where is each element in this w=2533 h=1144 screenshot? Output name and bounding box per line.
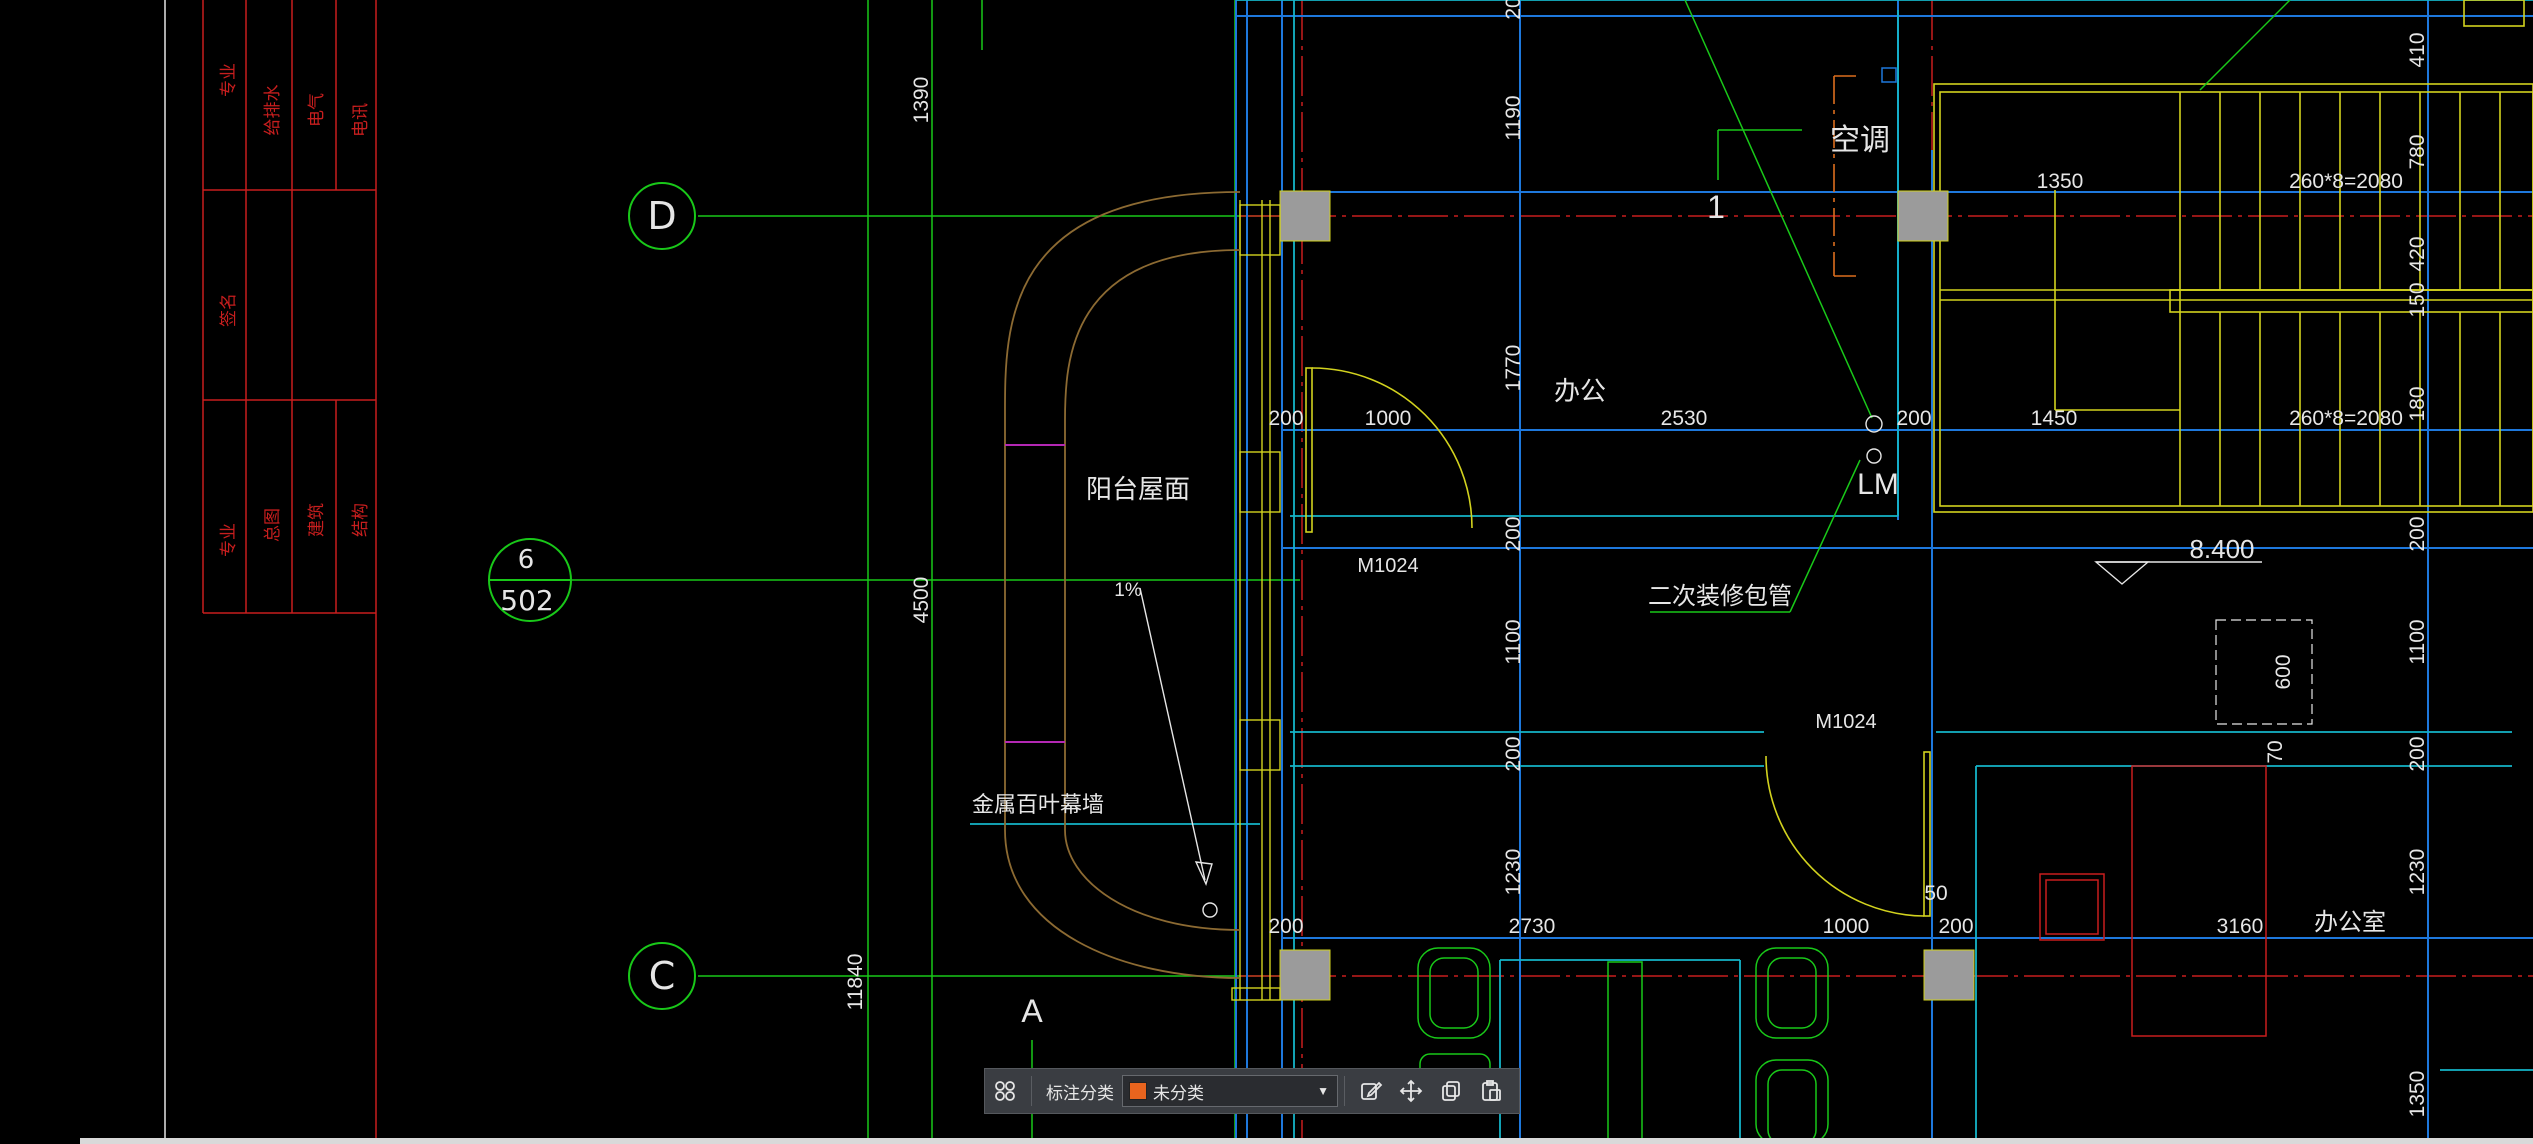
label-num-1: 1 [1707, 189, 1725, 225]
label-slope: 1% [1114, 580, 1142, 601]
chevron-down-icon: ▼ [1317, 1084, 1329, 1098]
dim-h1350: 1350 [2037, 170, 2084, 193]
dim-stairs-1: 260*8=2080 [2289, 170, 2403, 193]
title-cell-qianming: 签名 [219, 293, 238, 327]
dim-r180: 180 [2406, 386, 2429, 421]
dim-1190: 1190 [1502, 95, 1525, 140]
title-cell-jiegou: 结构 [351, 503, 370, 537]
label-door-m1024-b: M1024 [1815, 711, 1876, 733]
title-cell-dianqi: 电气 [307, 93, 326, 127]
title-cell-geipaishui: 给排水 [263, 85, 282, 136]
label-letter-a: A [1021, 993, 1043, 1029]
title-cell-zhuanye-1: 专业 [219, 63, 238, 97]
label-office-room: 办公室 [2314, 909, 2386, 936]
dim-h50: 50 [1924, 882, 1947, 905]
dim-200-a: 200 [1502, 516, 1525, 551]
copy-icon[interactable] [1431, 1071, 1471, 1111]
dim-h200-c: 200 [1268, 915, 1303, 938]
dim-r780: 780 [2406, 134, 2429, 169]
dim-h200-a: 200 [1268, 407, 1303, 430]
grid-icon[interactable] [985, 1071, 1025, 1111]
svg-text:C: C [649, 954, 676, 998]
category-select-value: 未分类 [1153, 1083, 1204, 1103]
label-metal-louver: 金属百叶幕墙 [972, 792, 1104, 817]
move-icon[interactable] [1391, 1071, 1431, 1111]
dim-1770: 1770 [1502, 345, 1525, 392]
dim-1390: 1390 [910, 77, 933, 124]
label-balcony-roof: 阳台屋面 [1086, 474, 1190, 504]
dim-h200-b: 200 [1896, 407, 1931, 430]
title-cell-dianxun: 电讯 [351, 103, 370, 137]
dim-600: 600 [2272, 654, 2295, 689]
dim-r150: 150 [2406, 282, 2429, 317]
dim-4500: 4500 [910, 577, 933, 624]
annotation-category-label: 标注分类 [1046, 1083, 1114, 1103]
dim-h1450: 1450 [2031, 407, 2078, 430]
paste-icon[interactable] [1471, 1071, 1511, 1111]
svg-text:D: D [647, 194, 676, 238]
title-cell-jianzhu: 建筑 [307, 503, 326, 537]
dim-200-b: 200 [1502, 736, 1525, 771]
cad-drawing-canvas[interactable]: 专业 给排水 电气 电讯 签名 专业 总图 建筑 结构 D C 6 502 13… [0, 0, 2533, 1144]
dim-h2730: 2730 [1509, 915, 1556, 938]
dim-r200-a: 200 [2406, 516, 2429, 551]
annotation-category-select[interactable]: 未分类 ▼ [1122, 1075, 1338, 1107]
dim-11840: 11840 [844, 954, 867, 1011]
dim-h200-d: 200 [1938, 915, 1973, 938]
annotation-toolbar: 标注分类 未分类 ▼ [984, 1068, 1520, 1114]
dim-20-top: 20 [1502, 0, 1525, 20]
dim-r420: 420 [2406, 236, 2429, 271]
dim-r410: 410 [2406, 32, 2429, 67]
dim-r200-b: 200 [2406, 736, 2429, 771]
dim-h3160: 3160 [2217, 915, 2264, 938]
category-color-swatch [1129, 1082, 1147, 1100]
title-cell-zongtu: 总图 [263, 508, 282, 542]
toolbar-separator [1031, 1076, 1032, 1106]
edit-icon[interactable] [1351, 1071, 1391, 1111]
dim-h1000-b: 1000 [1823, 915, 1870, 938]
label-office: 办公 [1554, 376, 1606, 406]
dim-r1350: 1350 [2406, 1071, 2429, 1118]
detail-index-bubble: 6 502 [488, 538, 572, 622]
dim-r1100: 1100 [2406, 619, 2429, 664]
label-lm: LM [1857, 468, 1899, 501]
label-decor-pipe: 二次装修包管 [1648, 583, 1792, 610]
label-air-con: 空调 [1830, 124, 1890, 157]
toolbar-separator [1344, 1076, 1345, 1106]
dim-h2530: 2530 [1661, 407, 1708, 430]
svg-text:6: 6 [518, 545, 535, 575]
label-door-m1024-a: M1024 [1357, 555, 1418, 577]
dim-1230: 1230 [1502, 849, 1525, 896]
status-bar-strip [80, 1138, 2533, 1144]
dim-1100: 1100 [1502, 619, 1525, 664]
label-elevation: 8.400 [2189, 534, 2254, 564]
svg-text:502: 502 [500, 584, 553, 617]
dim-70: 70 [2264, 740, 2287, 763]
dim-r1230: 1230 [2406, 849, 2429, 896]
title-cell-zhuanye-2: 专业 [219, 523, 238, 557]
dim-h1000-a: 1000 [1365, 407, 1412, 430]
dim-stairs-2: 260*8=2080 [2289, 407, 2403, 430]
